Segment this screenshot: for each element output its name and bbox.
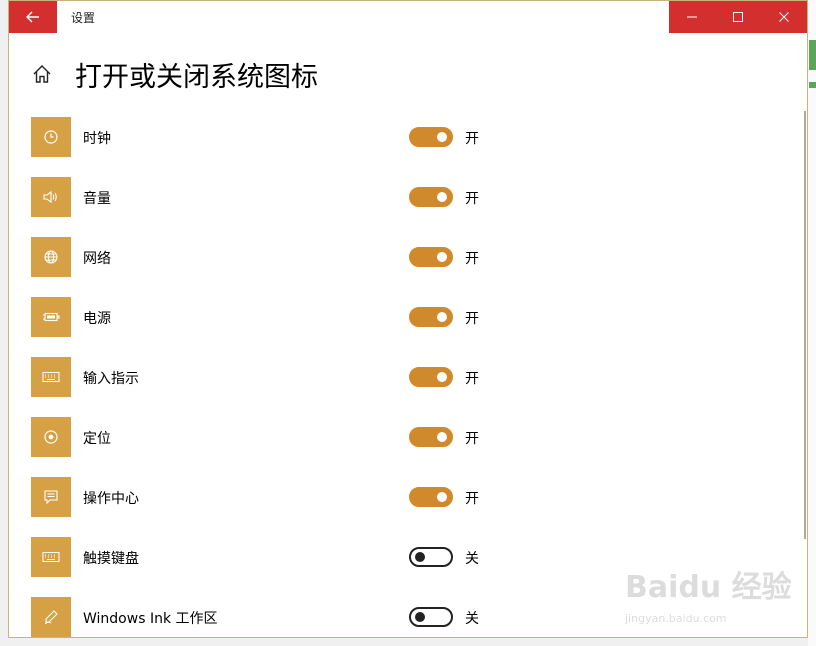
system-icon-list: 时钟 开 音量 开 网络 开 电源 开 输入指示 开 定位 开 操作中心 开 触…: [31, 117, 731, 637]
setting-label: 音量: [83, 191, 111, 207]
close-icon: [779, 12, 789, 22]
setting-icon-tile: [31, 417, 71, 457]
volume-toggle[interactable]: [409, 187, 453, 207]
settings-window: 设置 打开或关闭系统图标 时钟 开 音量 开 网络 开 电源 开 输入指示 开 …: [8, 0, 808, 638]
background-green-block: [809, 40, 816, 70]
toggle-state-text: 开: [465, 431, 479, 447]
setting-row-power: 电源 开: [31, 297, 731, 357]
action-center-icon: [44, 490, 58, 505]
minimize-button[interactable]: [669, 1, 715, 33]
battery-icon: [43, 312, 60, 322]
vertical-scrollbar[interactable]: [804, 111, 806, 539]
toggle-state-text: 关: [465, 551, 479, 567]
input-indicator-toggle[interactable]: [409, 367, 453, 387]
toggle-knob: [437, 372, 447, 382]
toggle-knob: [437, 432, 447, 442]
windows-ink-toggle[interactable]: [409, 607, 453, 627]
back-button[interactable]: [9, 1, 57, 33]
toggle-knob: [415, 612, 425, 622]
toggle-state-text: 开: [465, 251, 479, 267]
home-icon[interactable]: [31, 63, 53, 85]
touch-keyboard-toggle[interactable]: [409, 547, 453, 567]
toggle-knob: [415, 552, 425, 562]
toggle-state-text: 开: [465, 191, 479, 207]
toggle-state-text: 开: [465, 371, 479, 387]
window-controls: [669, 1, 807, 33]
page-title: 打开或关闭系统图标: [75, 62, 318, 93]
title-bar: 设置: [9, 1, 807, 33]
keyboard-icon: [42, 552, 60, 562]
keyboard-icon: [42, 372, 60, 382]
toggle-knob: [437, 252, 447, 262]
setting-icon-tile: [31, 537, 71, 577]
maximize-icon: [733, 12, 743, 22]
setting-label: 定位: [83, 431, 111, 447]
setting-icon-tile: [31, 357, 71, 397]
setting-row-windows-ink: Windows Ink 工作区 关: [31, 597, 731, 637]
setting-row-touch-keyboard: 触摸键盘 关: [31, 537, 731, 597]
pen-icon: [44, 610, 58, 625]
setting-row-network: 网络 开: [31, 237, 731, 297]
setting-label: 操作中心: [83, 491, 139, 507]
setting-label: 电源: [83, 311, 111, 327]
setting-icon-tile: [31, 117, 71, 157]
setting-icon-tile: [31, 477, 71, 517]
toggle-state-text: 开: [465, 491, 479, 507]
toggle-knob: [437, 132, 447, 142]
setting-icon-tile: [31, 177, 71, 217]
setting-row-input-indicator: 输入指示 开: [31, 357, 731, 417]
setting-row-location: 定位 开: [31, 417, 731, 477]
power-toggle[interactable]: [409, 307, 453, 327]
setting-row-clock: 时钟 开: [31, 117, 731, 177]
close-button[interactable]: [761, 1, 807, 33]
toggle-state-text: 开: [465, 311, 479, 327]
maximize-button[interactable]: [715, 1, 761, 33]
toggle-knob: [437, 312, 447, 322]
clock-toggle[interactable]: [409, 127, 453, 147]
setting-icon-tile: [31, 297, 71, 337]
background-green-block: [809, 82, 816, 88]
toggle-knob: [437, 192, 447, 202]
toggle-state-text: 关: [465, 611, 479, 627]
minimize-icon: [687, 16, 697, 18]
clock-icon: [44, 130, 58, 144]
setting-icon-tile: [31, 597, 71, 637]
globe-icon: [44, 250, 58, 264]
setting-label: Windows Ink 工作区: [83, 611, 218, 627]
background-window-edge: [808, 0, 816, 646]
setting-icon-tile: [31, 237, 71, 277]
volume-icon: [43, 190, 57, 204]
network-toggle[interactable]: [409, 247, 453, 267]
location-icon: [44, 430, 58, 444]
setting-row-action-center: 操作中心 开: [31, 477, 731, 537]
back-arrow-icon: [26, 11, 39, 23]
location-toggle[interactable]: [409, 427, 453, 447]
setting-label: 触摸键盘: [83, 551, 139, 567]
action-center-toggle[interactable]: [409, 487, 453, 507]
setting-row-volume: 音量 开: [31, 177, 731, 237]
window-title: 设置: [71, 11, 96, 25]
toggle-state-text: 开: [465, 131, 479, 147]
setting-label: 时钟: [83, 131, 111, 147]
setting-label: 输入指示: [83, 371, 139, 387]
setting-label: 网络: [83, 251, 111, 267]
toggle-knob: [437, 492, 447, 502]
